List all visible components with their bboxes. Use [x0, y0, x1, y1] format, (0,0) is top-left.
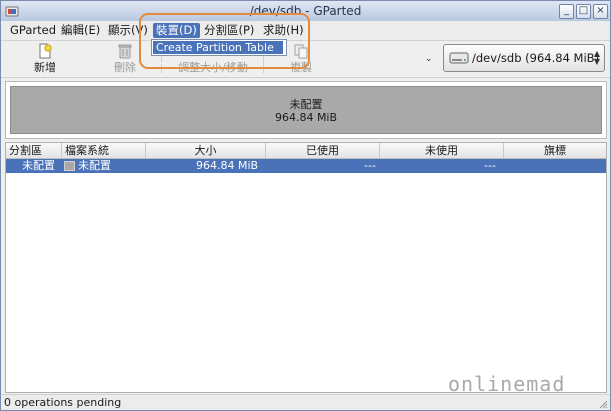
status-text: 0 operations pending: [4, 396, 122, 409]
device-selector[interactable]: /dev/sdb (964.84 MiB) ▲ ▼: [443, 44, 605, 72]
status-bar: 0 operations pending: [1, 394, 610, 410]
menu-edit[interactable]: 編輯(E): [58, 23, 103, 38]
column-unused[interactable]: 未使用: [380, 143, 504, 158]
menu-gparted[interactable]: GParted: [7, 23, 59, 38]
maximize-button[interactable]: □: [576, 4, 591, 19]
toolbar-overflow-icon[interactable]: ⌄: [425, 54, 433, 64]
column-filesystem[interactable]: 檔案系統: [62, 143, 146, 158]
new-partition-icon: [39, 43, 52, 59]
watermark-text: onlinemad: [448, 372, 566, 396]
column-used[interactable]: 已使用: [266, 143, 380, 158]
column-partition[interactable]: 分割區: [6, 143, 62, 158]
trash-icon: [118, 44, 132, 59]
close-button[interactable]: ×: [593, 4, 608, 19]
hard-disk-icon: [449, 52, 469, 64]
filesystem-color-swatch: [64, 161, 75, 171]
new-button[interactable]: 新增: [15, 42, 75, 76]
cell-used: ---: [364, 159, 376, 172]
cell-size: 964.84 MiB: [196, 159, 259, 172]
partition-table: 分割區 檔案系統 大小 已使用 未使用 旗標 未配置 未配置 964.84 Mi…: [5, 142, 607, 393]
minimize-button[interactable]: _: [559, 4, 574, 19]
annotation-highlight: [139, 13, 310, 69]
unallocated-block[interactable]: 未配置 964.84 MiB: [10, 86, 602, 134]
device-label: /dev/sdb (964.84 MiB): [472, 51, 600, 65]
cell-unused: ---: [484, 159, 496, 172]
updown-arrow-icon: ▲ ▼: [593, 49, 600, 66]
table-header: 分割區 檔案系統 大小 已使用 未使用 旗標: [6, 143, 606, 159]
gparted-window: /dev/sdb - GParted _ □ × GParted 編輯(E) 顯…: [0, 0, 611, 411]
partition-graph: 未配置 964.84 MiB: [5, 81, 607, 139]
resize-grip-icon[interactable]: [598, 399, 608, 409]
cell-partition: 未配置: [22, 159, 55, 172]
column-size[interactable]: 大小: [146, 143, 266, 158]
unallocated-block-size: 964.84 MiB: [274, 111, 338, 124]
table-row[interactable]: 未配置 未配置 964.84 MiB --- ---: [6, 159, 606, 173]
new-label: 新增: [34, 61, 56, 74]
unallocated-block-label: 未配置: [289, 98, 323, 111]
column-flags[interactable]: 旗標: [504, 143, 606, 158]
cell-filesystem: 未配置: [78, 159, 111, 172]
